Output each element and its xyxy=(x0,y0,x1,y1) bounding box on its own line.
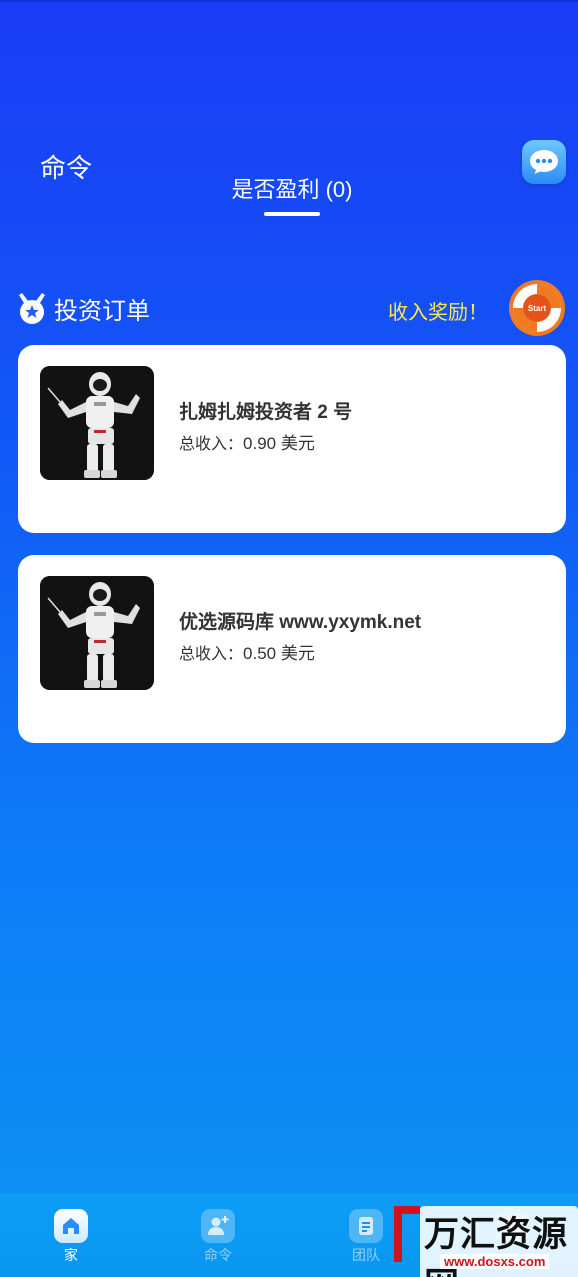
order-card[interactable]: 优选源码库 www.yxymk.net 总收入：0.50 美元 xyxy=(18,555,566,743)
nav-item-home[interactable]: 家 xyxy=(36,1209,106,1265)
nav-item-team[interactable]: 团队 xyxy=(331,1209,401,1265)
tab-profit[interactable]: 是否盈利 (0) xyxy=(0,172,578,204)
order-title: 扎姆扎姆投资者 2 号 xyxy=(179,402,353,423)
start-button[interactable]: Start xyxy=(508,279,566,337)
nav-label-home: 家 xyxy=(64,1247,78,1263)
home-icon xyxy=(54,1209,88,1243)
order-income: 总收入：0.90 美元 xyxy=(179,429,315,454)
section-title: 投资订单 xyxy=(54,297,150,325)
robot-image xyxy=(40,366,154,480)
nav-label-orders: 命令 xyxy=(204,1247,232,1263)
start-label: Start xyxy=(528,304,547,313)
robot-image xyxy=(40,576,154,690)
tab-underline xyxy=(264,212,320,216)
watermark-url: www.dosxs.com xyxy=(440,1254,550,1269)
watermark-logo-icon xyxy=(394,1206,420,1262)
income-value: 0.50 美元 xyxy=(243,644,315,663)
document-icon xyxy=(349,1209,383,1243)
income-value: 0.90 美元 xyxy=(243,434,315,453)
top-border xyxy=(0,0,578,2)
add-user-icon xyxy=(201,1209,235,1243)
watermark: 万汇资源网 www.dosxs.com xyxy=(392,1200,578,1277)
order-card[interactable]: 扎姆扎姆投资者 2 号 总收入：0.90 美元 xyxy=(18,345,566,533)
order-title: 优选源码库 www.yxymk.net xyxy=(179,612,422,633)
section-header: 投资订单 xyxy=(18,290,150,326)
income-label: 总收入： xyxy=(179,646,244,663)
income-label: 总收入： xyxy=(179,436,244,453)
nav-item-orders[interactable]: 命令 xyxy=(183,1209,253,1265)
robot-illustration xyxy=(40,366,154,480)
reward-label: 收入奖励！ xyxy=(388,302,488,324)
medal-icon xyxy=(19,293,45,324)
robot-illustration xyxy=(40,576,154,690)
nav-label-team: 团队 xyxy=(352,1247,380,1263)
tab-profit-label: 是否盈利 (0) xyxy=(231,177,353,202)
order-income: 总收入：0.50 美元 xyxy=(179,639,315,664)
